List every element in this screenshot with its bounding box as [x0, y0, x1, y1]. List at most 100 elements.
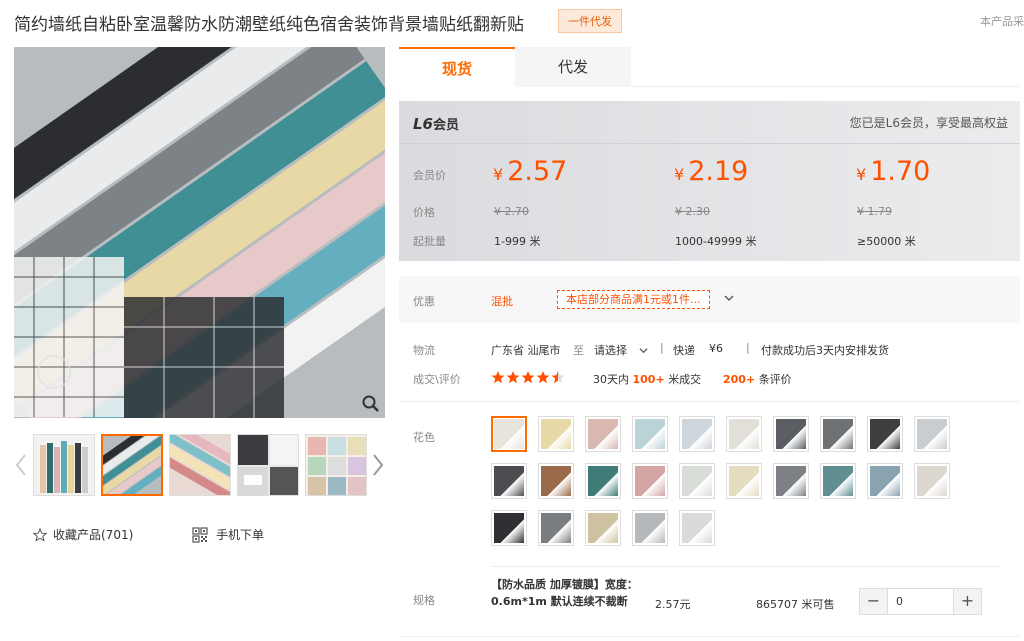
decrement-button[interactable]: −	[860, 589, 887, 614]
chevron-down-icon[interactable]	[724, 293, 734, 303]
tab-in-stock[interactable]: 现货	[399, 47, 515, 87]
swatch-preview	[635, 466, 665, 496]
swatch-preview	[823, 466, 853, 496]
tier-1-qty: 1-999 米	[494, 235, 541, 248]
star-icon	[506, 371, 520, 384]
thumbnail-1[interactable]	[33, 434, 95, 496]
tier-3-member-price: ¥1.70	[856, 156, 931, 187]
chevron-right-icon[interactable]	[371, 452, 385, 478]
color-swatch[interactable]	[491, 416, 527, 452]
stock-mode-tabs: 现货 代发	[399, 47, 1020, 87]
thumbnail-3[interactable]	[169, 434, 231, 496]
review-summary[interactable]: 200+ 条评价	[723, 371, 792, 387]
swatch-preview	[588, 513, 618, 543]
member-price-label: 会员价	[413, 169, 446, 182]
color-swatch[interactable]	[538, 463, 574, 499]
spec-stock: 865707 米可售	[756, 598, 835, 611]
color-swatch[interactable]	[585, 416, 621, 452]
star-icon	[536, 371, 550, 384]
divider	[399, 636, 1020, 637]
promo-coupon-tag[interactable]: 本店部分商品满1元或1件...	[557, 290, 710, 309]
mobile-order-label: 手机下单	[216, 528, 265, 542]
price-label: 价格	[413, 206, 435, 219]
main-product-image[interactable]	[14, 47, 385, 418]
color-swatch[interactable]	[679, 416, 715, 452]
tier-1-price: ¥ 2.70	[494, 205, 529, 218]
color-swatch[interactable]	[679, 463, 715, 499]
qr-code-icon	[192, 526, 208, 543]
shipping-origin: 广东省 汕尾市	[491, 344, 561, 357]
color-swatch[interactable]	[632, 463, 668, 499]
swatch-preview	[729, 466, 759, 496]
swatch-preview	[541, 466, 571, 496]
star-outline-icon	[33, 527, 47, 542]
color-swatch[interactable]	[585, 510, 621, 546]
member-price-panel: L6会员 您已是L6会员，享受最高权益 会员价 价格 起批量 ¥2.57 ¥ 2…	[399, 101, 1020, 261]
thumbnail-strip	[14, 434, 386, 496]
color-swatch[interactable]	[726, 463, 762, 499]
color-swatch[interactable]	[820, 463, 856, 499]
thumbnail-4[interactable]	[237, 434, 299, 496]
color-swatch[interactable]	[773, 463, 809, 499]
dropship-badge[interactable]: 一件代发	[558, 9, 622, 33]
spec-name: 【防水品质 加厚镀膜】宽度：0.6m*1m 默认连续不裁断	[491, 578, 638, 608]
zoom-icon[interactable]	[361, 394, 381, 414]
swatch-preview	[682, 513, 712, 543]
destination-select[interactable]: 请选择	[594, 342, 648, 358]
swatch-preview	[917, 419, 947, 449]
swatch-preview	[635, 419, 665, 449]
shipping-to: 至	[573, 344, 584, 357]
color-swatch[interactable]	[679, 510, 715, 546]
swatch-preview	[682, 466, 712, 496]
thumbnail-image	[34, 435, 94, 495]
wallpaper-rolls-image	[14, 47, 385, 418]
divider-bar: |	[746, 341, 750, 354]
swatch-preview	[729, 419, 759, 449]
color-swatch[interactable]	[538, 416, 574, 452]
ship-note: 付款成功后3天内安排发货	[761, 344, 889, 357]
swatch-preview	[588, 419, 618, 449]
divider	[399, 143, 1020, 144]
color-swatch[interactable]	[585, 463, 621, 499]
tier-1-member-price: ¥2.57	[493, 156, 568, 187]
divider	[399, 401, 1020, 402]
increment-button[interactable]: +	[954, 589, 981, 614]
swatch-preview	[870, 466, 900, 496]
promotion-row: 优惠 混批 本店部分商品满1元或1件...	[399, 276, 1020, 323]
rating-stars	[491, 371, 565, 384]
swatch-preview	[494, 513, 524, 543]
member-note: 您已是L6会员，享受最高权益	[849, 116, 1008, 130]
swatch-preview	[541, 419, 571, 449]
color-swatch[interactable]	[632, 416, 668, 452]
color-swatch[interactable]	[867, 416, 903, 452]
destination-value: 请选择	[594, 344, 627, 357]
tier-3-qty: ≥50000 米	[857, 235, 916, 248]
thumbnail-image	[306, 435, 366, 495]
color-swatch[interactable]	[491, 463, 527, 499]
color-swatch[interactable]	[914, 416, 950, 452]
shipping-fee: ¥6	[709, 342, 723, 355]
color-swatch[interactable]	[867, 463, 903, 499]
mobile-order-button[interactable]: 手机下单	[192, 526, 264, 543]
thumbnail-2[interactable]	[101, 434, 163, 496]
chevron-down-icon	[639, 347, 648, 353]
swatch-preview	[635, 513, 665, 543]
thumbnail-image	[103, 436, 161, 494]
color-swatch[interactable]	[632, 510, 668, 546]
favorite-button[interactable]: 收藏产品(701)	[33, 526, 133, 543]
chevron-left-icon[interactable]	[14, 452, 28, 478]
sales-summary: 30天内 100+ 米成交	[593, 373, 702, 386]
spec-label: 规格	[413, 594, 435, 607]
color-swatch[interactable]	[820, 416, 856, 452]
star-icon	[491, 371, 505, 384]
quantity-input[interactable]: 0	[887, 589, 954, 614]
color-swatch[interactable]	[914, 463, 950, 499]
color-swatch[interactable]	[491, 510, 527, 546]
color-swatch[interactable]	[773, 416, 809, 452]
thumbnail-5[interactable]	[305, 434, 367, 496]
tab-dropship[interactable]: 代发	[515, 47, 631, 87]
color-swatch[interactable]	[538, 510, 574, 546]
color-swatch[interactable]	[726, 416, 762, 452]
swatch-preview	[776, 466, 806, 496]
promo-label: 优惠	[413, 295, 435, 308]
